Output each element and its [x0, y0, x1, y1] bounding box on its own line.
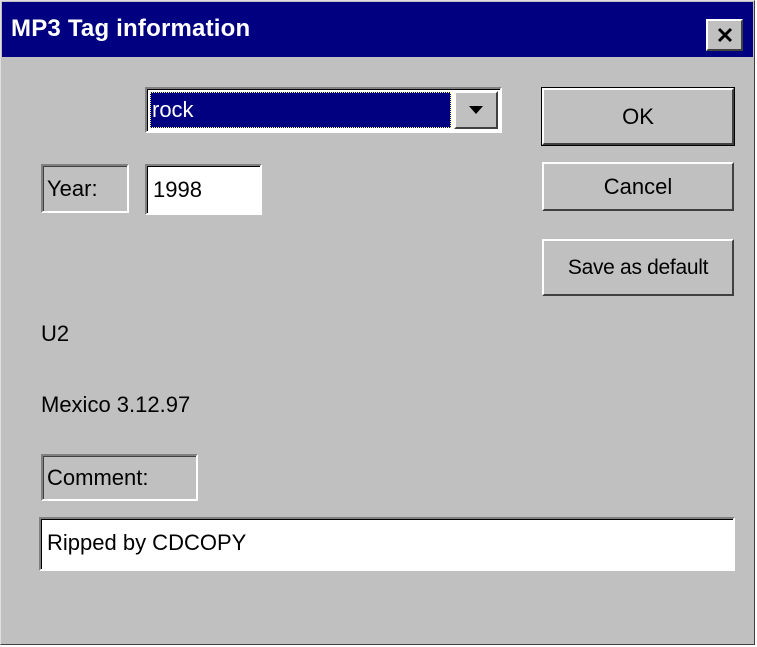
genre-dropdown[interactable]: rock: [145, 87, 502, 133]
chevron-down-icon: [469, 106, 483, 114]
comment-field[interactable]: Ripped by CDCOPY: [39, 517, 735, 571]
mp3-tag-dialog: MP3 Tag information rock OK Cancel Save …: [0, 0, 755, 645]
comment-label: Comment:: [41, 454, 198, 501]
cancel-button[interactable]: Cancel: [542, 162, 734, 211]
year-label: Year:: [41, 164, 129, 213]
ok-button[interactable]: OK: [541, 87, 735, 146]
close-icon: [717, 27, 733, 43]
close-button[interactable]: [706, 19, 743, 51]
year-field[interactable]: 1998: [145, 164, 262, 215]
album-text: Mexico 3.12.97: [41, 392, 191, 417]
save-as-default-button[interactable]: Save as default: [542, 239, 734, 296]
dropdown-arrow-button[interactable]: [454, 91, 498, 129]
title-bar[interactable]: MP3 Tag information: [2, 2, 753, 57]
artist-text: U2: [41, 321, 70, 346]
window-title: MP3 Tag information: [11, 15, 251, 42]
genre-selected-value: rock: [150, 92, 451, 128]
